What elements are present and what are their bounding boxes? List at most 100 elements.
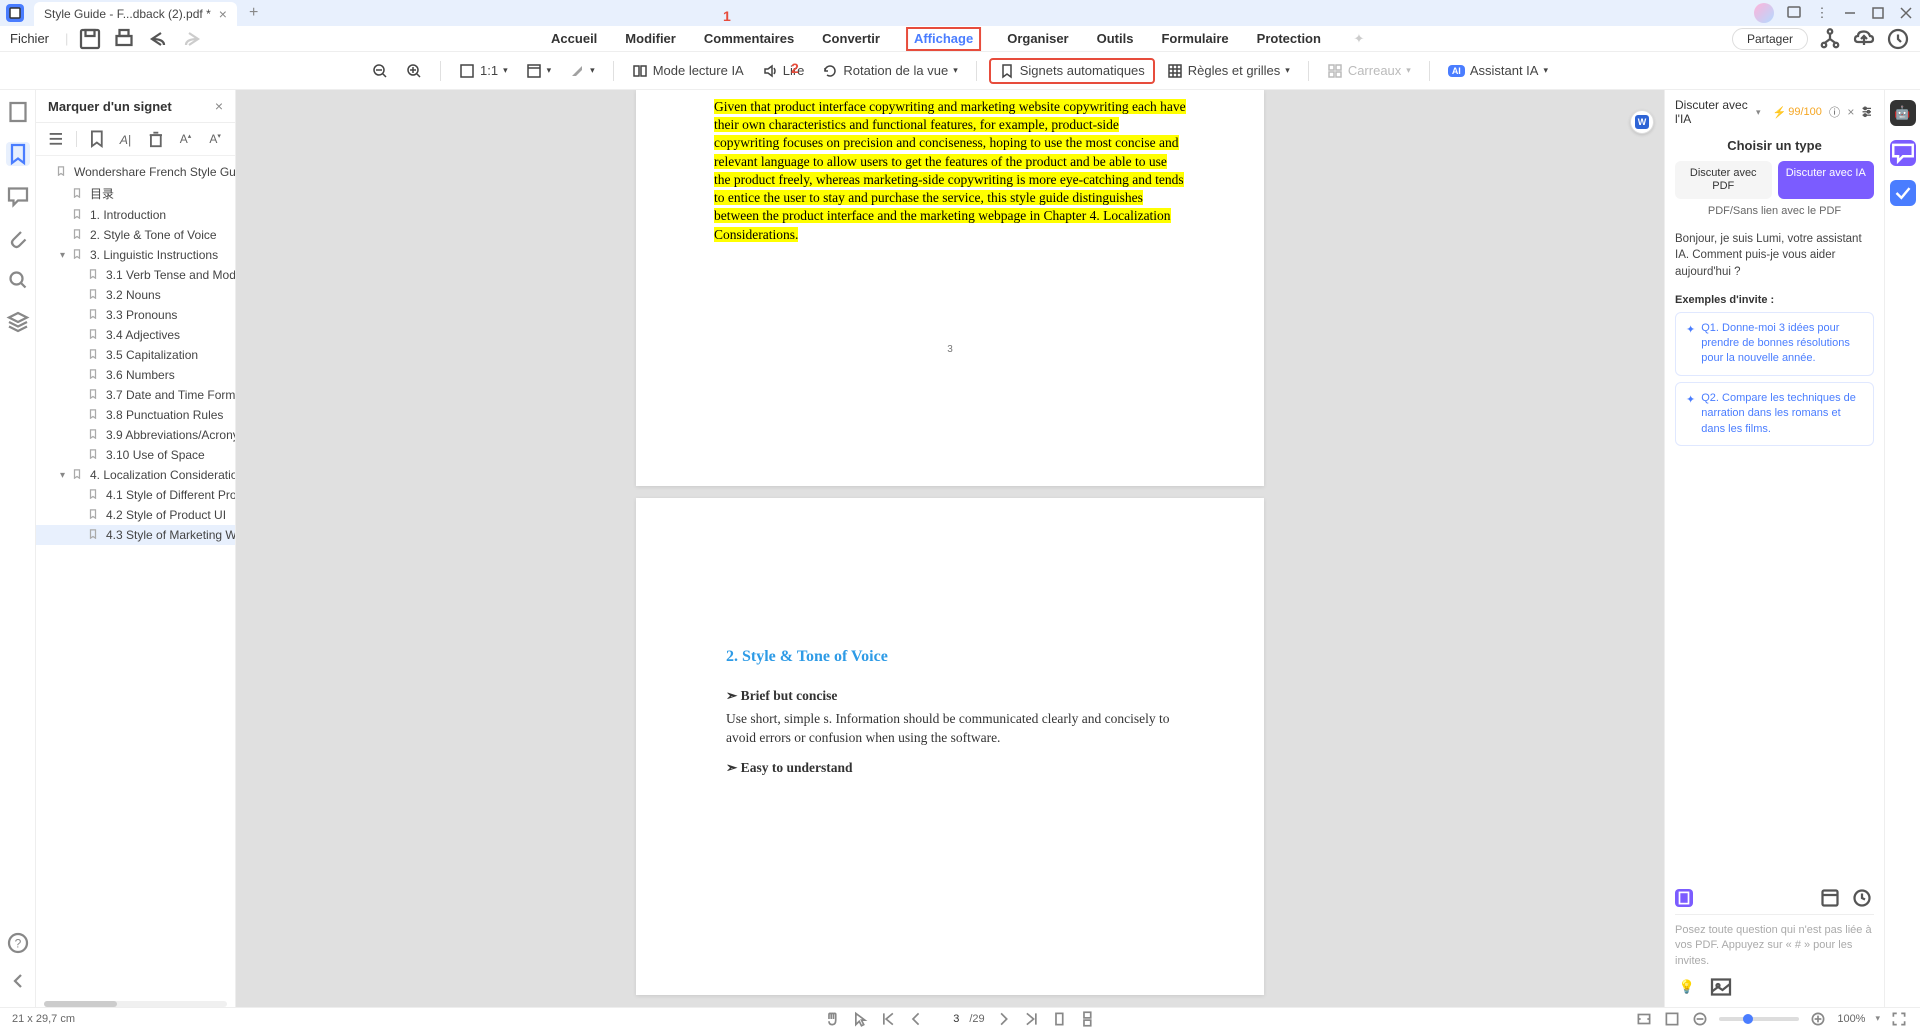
first-page-icon[interactable] bbox=[879, 1010, 897, 1028]
select-tool-icon[interactable] bbox=[851, 1010, 869, 1028]
bm-list-icon[interactable] bbox=[46, 129, 66, 149]
single-page-icon[interactable] bbox=[1051, 1010, 1069, 1028]
bookmark-item[interactable]: 目录 bbox=[36, 182, 235, 205]
bookmark-item[interactable]: 3.8 Punctuation Rules bbox=[36, 405, 235, 425]
history-icon[interactable] bbox=[1886, 27, 1910, 51]
tab-commentaires[interactable]: Commentaires bbox=[702, 27, 796, 51]
undo-icon[interactable] bbox=[146, 27, 170, 51]
fit-width-icon[interactable] bbox=[1635, 1010, 1653, 1028]
bookmark-item[interactable]: 3.3 Pronouns bbox=[36, 305, 235, 325]
bookmark-item[interactable]: 3.9 Abbreviations/Acronyms bbox=[36, 425, 235, 445]
maximize-icon[interactable] bbox=[1870, 5, 1886, 21]
chat-tab-pdf[interactable]: Discuter avec PDF bbox=[1675, 161, 1772, 199]
reading-mode-button[interactable]: Mode lecture IA bbox=[626, 59, 750, 83]
bm-delete-icon[interactable] bbox=[146, 129, 166, 149]
document-area[interactable]: W Given that product interface copywriti… bbox=[236, 90, 1664, 1007]
user-avatar[interactable] bbox=[1754, 3, 1774, 23]
bookmark-item[interactable]: 4.3 Style of Marketing Website bbox=[36, 525, 235, 545]
sitemap-icon[interactable] bbox=[1818, 27, 1842, 51]
bookmark-item[interactable]: 4.2 Style of Product UI bbox=[36, 505, 235, 525]
bookmark-item[interactable]: 3.6 Numbers bbox=[36, 365, 235, 385]
chat-help-icon[interactable]: ⓘ bbox=[1828, 104, 1842, 120]
page-layout-button[interactable]: ▾ bbox=[520, 59, 558, 83]
bookmark-item[interactable]: 3.7 Date and Time Format bbox=[36, 385, 235, 405]
cloud-upload-icon[interactable] bbox=[1852, 27, 1876, 51]
bookmark-item[interactable]: ▾3. Linguistic Instructions bbox=[36, 245, 235, 265]
tab-organiser[interactable]: Organiser bbox=[1005, 27, 1070, 51]
bookmarks-button[interactable] bbox=[6, 142, 30, 166]
export-word-button[interactable]: W bbox=[1630, 110, 1654, 134]
tab-outils[interactable]: Outils bbox=[1095, 27, 1136, 51]
minimize-icon[interactable] bbox=[1842, 5, 1858, 21]
continuous-page-icon[interactable] bbox=[1079, 1010, 1097, 1028]
zoom-in-icon[interactable] bbox=[1809, 1010, 1827, 1028]
tab-accueil[interactable]: Accueil bbox=[549, 27, 599, 51]
new-tab-button[interactable]: + bbox=[249, 4, 258, 22]
bm-rename-icon[interactable]: A| bbox=[116, 129, 136, 149]
chat-settings-icon[interactable] bbox=[1860, 104, 1874, 120]
bookmark-item[interactable]: ▾4. Localization Consideration bbox=[36, 465, 235, 485]
share-button[interactable]: Partager bbox=[1732, 28, 1808, 50]
more-icon[interactable]: ⋮ bbox=[1814, 5, 1830, 21]
fullscreen-icon[interactable] bbox=[1890, 1010, 1908, 1028]
zoom-in-button[interactable] bbox=[400, 59, 428, 83]
close-chat-icon[interactable]: × bbox=[1847, 105, 1854, 119]
bookmark-item[interactable]: 3.1 Verb Tense and Mode bbox=[36, 265, 235, 285]
tab-protection[interactable]: Protection bbox=[1255, 27, 1323, 51]
layers-button[interactable] bbox=[6, 310, 30, 334]
close-window-icon[interactable] bbox=[1898, 5, 1914, 21]
chevron-icon[interactable]: ▾ bbox=[60, 250, 72, 261]
ai-assistant-button[interactable]: AIAssistant IA▾ bbox=[1442, 59, 1554, 82]
tab-convertir[interactable]: Convertir bbox=[820, 27, 882, 51]
chat-doc-icon[interactable] bbox=[1675, 889, 1693, 907]
rotate-view-button[interactable]: Rotation de la vue▾ bbox=[816, 59, 963, 83]
zoom-out-icon[interactable] bbox=[1691, 1010, 1709, 1028]
ai-chat-button[interactable] bbox=[1890, 140, 1916, 166]
help-button[interactable]: ? bbox=[6, 931, 30, 955]
save-icon[interactable] bbox=[78, 27, 102, 51]
bookmark-item[interactable]: 4.1 Style of Different Product L bbox=[36, 485, 235, 505]
notifications-icon[interactable] bbox=[1786, 5, 1802, 21]
bookmarks-h-scrollbar[interactable] bbox=[44, 1001, 227, 1007]
chat-clock-icon[interactable] bbox=[1850, 886, 1874, 910]
bookmark-item[interactable]: 1. Introduction bbox=[36, 205, 235, 225]
page-number-input[interactable] bbox=[935, 1013, 959, 1025]
chat-input[interactable]: Posez toute question qui n'est pas liée … bbox=[1675, 914, 1874, 969]
close-panel-icon[interactable]: × bbox=[215, 98, 223, 114]
file-menu[interactable]: Fichier bbox=[10, 31, 49, 46]
tab-modifier[interactable]: Modifier bbox=[623, 27, 678, 51]
bm-add-icon[interactable] bbox=[87, 129, 107, 149]
zoom-out-button[interactable] bbox=[366, 59, 394, 83]
chat-image-icon[interactable] bbox=[1709, 975, 1733, 999]
auto-bookmarks-button[interactable]: Signets automatiques bbox=[989, 58, 1155, 84]
print-icon[interactable] bbox=[112, 27, 136, 51]
bookmark-item[interactable]: 3.10 Use of Space bbox=[36, 445, 235, 465]
rulers-grids-button[interactable]: Règles et grilles▾ bbox=[1161, 59, 1296, 83]
tab-affichage[interactable]: Affichage bbox=[906, 27, 981, 51]
bm-font-decrease-icon[interactable]: A▾ bbox=[205, 129, 225, 149]
background-button[interactable]: ▾ bbox=[563, 59, 601, 83]
tab-formulaire[interactable]: Formulaire bbox=[1159, 27, 1230, 51]
fit-page-icon[interactable] bbox=[1663, 1010, 1681, 1028]
zoom-slider[interactable] bbox=[1719, 1017, 1799, 1021]
bookmark-item[interactable]: 3.2 Nouns bbox=[36, 285, 235, 305]
bm-font-increase-icon[interactable]: A▴ bbox=[176, 129, 196, 149]
prev-page-icon[interactable] bbox=[907, 1010, 925, 1028]
sparkle-icon[interactable]: ✦ bbox=[1347, 27, 1371, 51]
ai-robot-button[interactable]: 🤖 bbox=[1890, 100, 1916, 126]
ai-credits[interactable]: ⚡99/100 bbox=[1773, 106, 1822, 119]
chat-mode-dropdown[interactable]: Discuter avec l'IA ▾ bbox=[1675, 98, 1761, 126]
chevron-icon[interactable]: ▾ bbox=[60, 470, 72, 481]
bookmark-item[interactable]: 2. Style & Tone of Voice bbox=[36, 225, 235, 245]
search-button[interactable] bbox=[6, 268, 30, 292]
prompt-card-2[interactable]: ✦Q2. Compare les techniques de narration… bbox=[1675, 382, 1874, 446]
hand-tool-icon[interactable] bbox=[823, 1010, 841, 1028]
prompt-card-1[interactable]: ✦Q1. Donne-moi 3 idées pour prendre de b… bbox=[1675, 312, 1874, 376]
chat-tab-ia[interactable]: Discuter avec IA bbox=[1778, 161, 1875, 199]
attachments-button[interactable] bbox=[6, 226, 30, 250]
chat-lightbulb-icon[interactable]: 💡 bbox=[1675, 975, 1699, 999]
fit-actual-button[interactable]: 1:1▾ bbox=[453, 59, 514, 83]
read-aloud-button[interactable]: Lire bbox=[756, 59, 811, 83]
redo-icon[interactable] bbox=[180, 27, 204, 51]
bookmark-item[interactable]: 3.4 Adjectives bbox=[36, 325, 235, 345]
